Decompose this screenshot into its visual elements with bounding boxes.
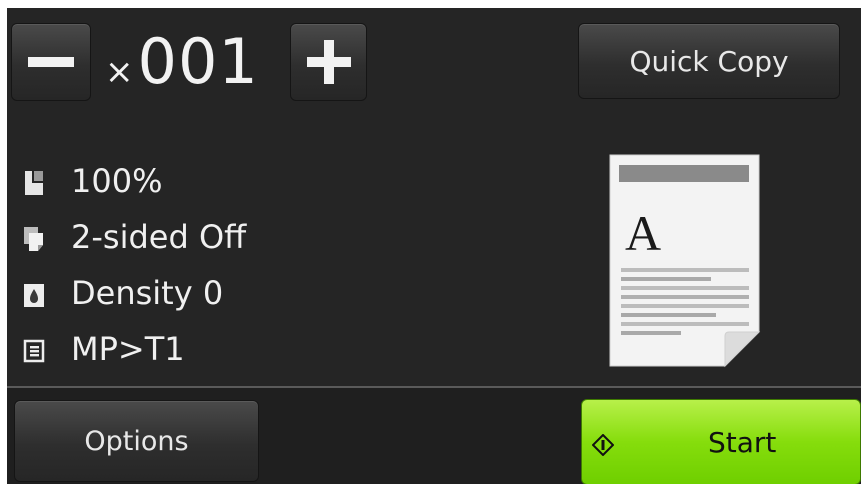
options-label: Options <box>84 425 189 457</box>
document-preview-image: A <box>609 154 761 368</box>
quick-copy-label: Quick Copy <box>629 44 789 78</box>
copy-count-bar: × 001 Quick Copy <box>7 8 861 118</box>
setting-tray-select[interactable]: MP>T1 <box>23 324 185 374</box>
minus-icon <box>28 57 74 67</box>
start-diamond-icon <box>591 430 615 457</box>
count-value: 001 <box>137 25 259 98</box>
setting-label: 2-sided Off <box>71 218 247 256</box>
start-button[interactable]: Start <box>581 399 861 484</box>
quick-copy-button[interactable]: Quick Copy <box>578 23 840 99</box>
action-bar: Options Start <box>7 386 861 484</box>
setting-label: MP>T1 <box>71 330 185 368</box>
two-sided-icon <box>23 223 45 251</box>
preview-letter: A <box>625 205 661 261</box>
copy-count-display: × 001 <box>105 25 259 105</box>
copy-screen: × 001 Quick Copy 100% 2-sided Off Densit… <box>7 8 861 484</box>
tray-list-icon <box>23 335 45 363</box>
increase-copies-button[interactable] <box>290 23 367 101</box>
plus-icon <box>306 40 351 84</box>
start-label: Start <box>708 426 777 459</box>
setting-density[interactable]: Density 0 <box>23 268 223 318</box>
setting-two-sided[interactable]: 2-sided Off <box>23 212 246 262</box>
decrease-copies-button[interactable] <box>11 23 91 101</box>
setting-enlarge-reduce[interactable]: 100% <box>23 156 162 206</box>
density-drop-icon <box>23 279 45 307</box>
setting-label: 100% <box>71 162 163 200</box>
count-multiplier: × <box>105 52 134 92</box>
options-button[interactable]: Options <box>14 400 259 482</box>
setting-label: Density 0 <box>71 274 224 312</box>
document-preview: A <box>607 152 763 370</box>
page-enlarge-icon <box>23 167 45 195</box>
